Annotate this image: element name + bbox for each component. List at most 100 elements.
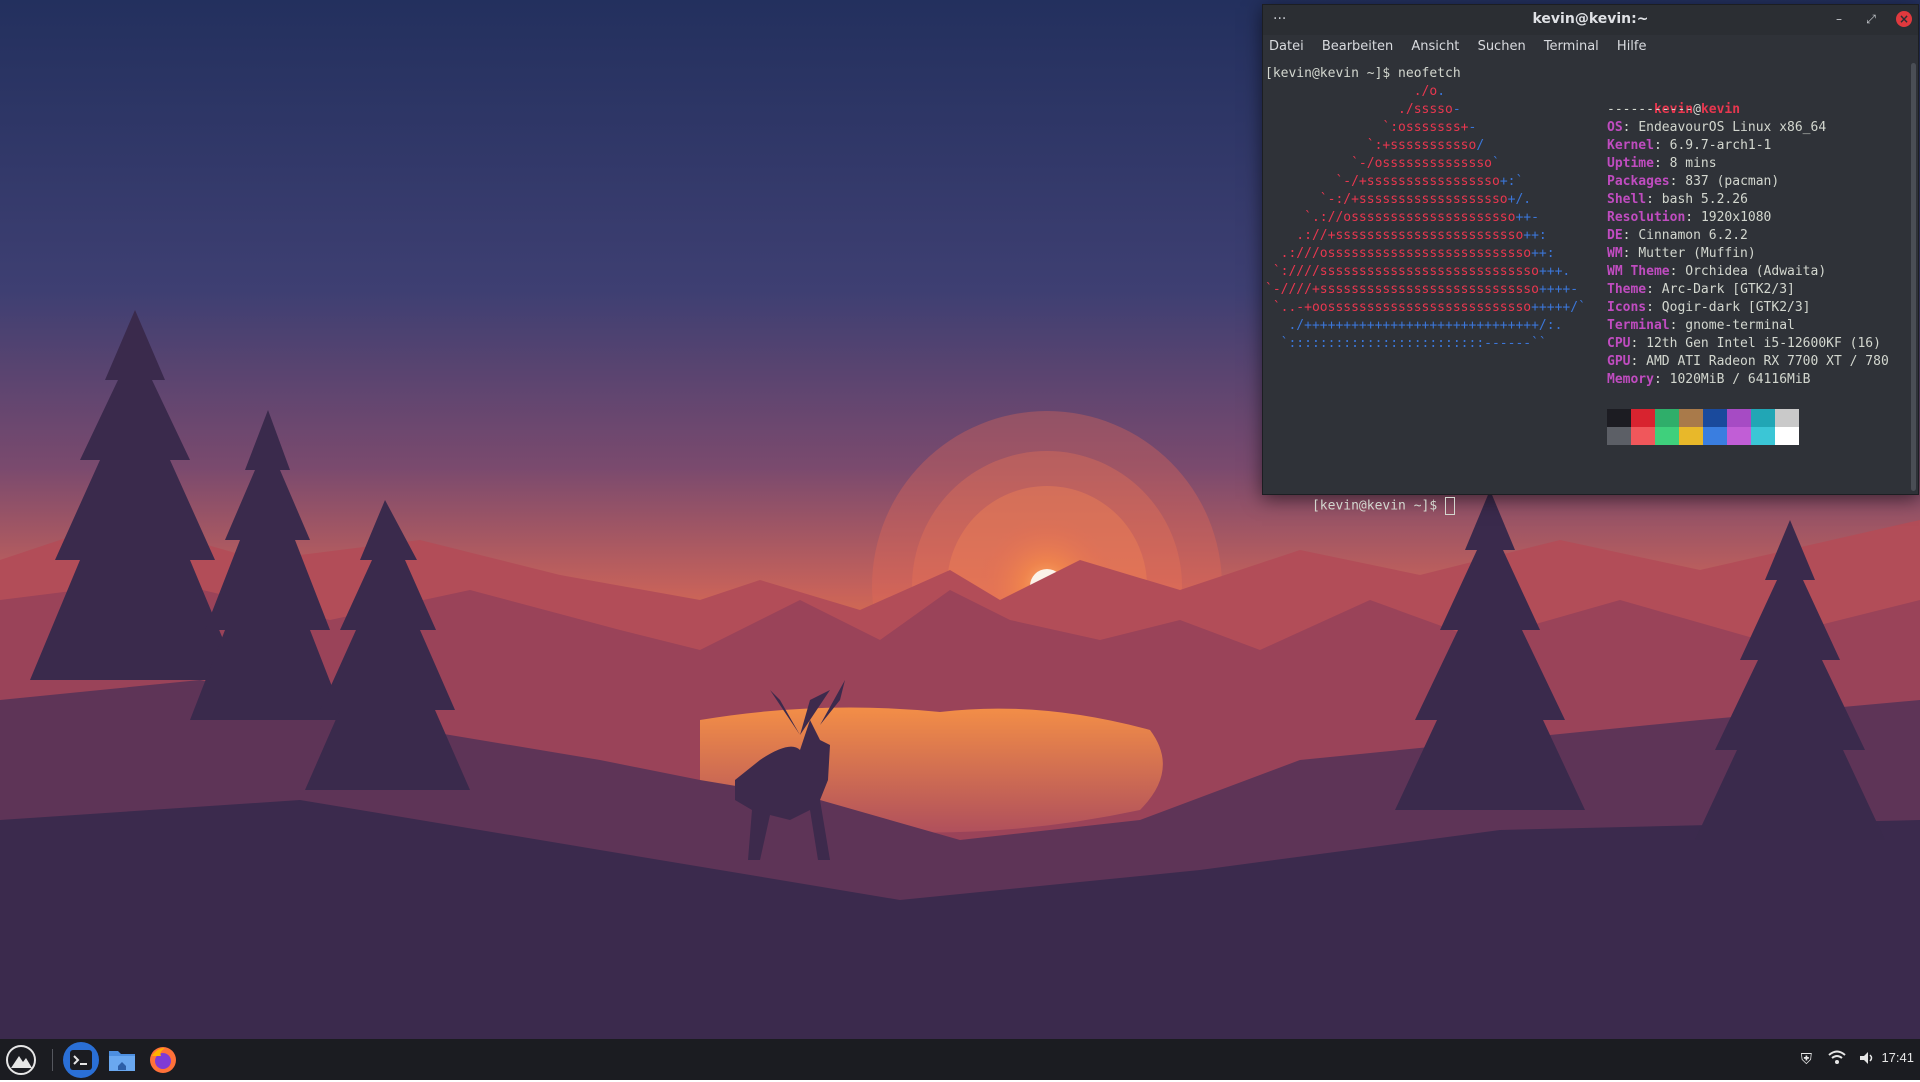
menu-ansicht[interactable]: Ansicht xyxy=(1411,35,1459,59)
ascii-logo-primary: ./sssso xyxy=(1265,102,1453,117)
info-label: Theme xyxy=(1607,282,1647,297)
info-label: Resolution xyxy=(1607,210,1686,225)
ascii-logo-line: `:::::::::::::::::::::::::------`` xyxy=(1265,335,1547,353)
ascii-logo-primary: ./o xyxy=(1265,84,1438,99)
terminal-output[interactable]: [kevin@kevin ~]$ neofetch ./o. ./sssso- … xyxy=(1263,61,1908,515)
scrollbar[interactable] xyxy=(1911,63,1916,491)
info-label: WM Theme xyxy=(1607,264,1670,279)
maximize-icon[interactable]: ⤢ xyxy=(1863,11,1879,27)
menu-terminal[interactable]: Terminal xyxy=(1544,35,1599,59)
ascii-logo-primary: `-:/+sssssssssssssssssso xyxy=(1265,192,1508,207)
ascii-logo-secondary: +++. xyxy=(1538,264,1571,279)
window-titlebar[interactable]: ··· kevin@kevin:~ – ⤢ × xyxy=(1263,5,1918,35)
ascii-logo-secondary: +:` xyxy=(1499,174,1524,189)
info-row: DE: Cinnamon 6.2.2 xyxy=(1607,228,1748,243)
ascii-logo-primary: `-/+sssssssssssssssso xyxy=(1265,174,1500,189)
ascii-logo-line: ./sssso- xyxy=(1265,101,1461,119)
info-row: Memory: 1020MiB / 64116MiB xyxy=(1607,372,1811,387)
info-value: EndeavourOS Linux x86_64 xyxy=(1638,120,1827,135)
info-value: AMD ATI Radeon RX 7700 XT / 780 xyxy=(1646,354,1889,369)
ascii-logo-secondary: ` xyxy=(1491,156,1500,171)
ascii-logo-primary: `..-+oossssssssssssssssssssssssso xyxy=(1265,300,1532,315)
close-icon[interactable]: × xyxy=(1896,11,1912,27)
color-swatch xyxy=(1631,409,1655,427)
file-manager-icon[interactable] xyxy=(106,1044,138,1076)
info-value: Cinnamon 6.2.2 xyxy=(1638,228,1748,243)
info-value: 12th Gen Intel i5-12600KF (16) xyxy=(1646,336,1881,351)
info-row: CPU: 12th Gen Intel i5-12600KF (16) xyxy=(1607,336,1881,351)
info-row: OS: EndeavourOS Linux x86_64 xyxy=(1607,120,1827,135)
info-row: WM Theme: Orchidea (Adwaita) xyxy=(1607,264,1827,279)
ascii-logo-primary: `-/ossssssssssssso xyxy=(1265,156,1492,171)
info-value: bash 5.2.26 xyxy=(1661,192,1748,207)
info-label: OS xyxy=(1607,120,1623,135)
info-row: Shell: bash 5.2.26 xyxy=(1607,192,1748,207)
ascii-logo-secondary: / xyxy=(1476,138,1485,153)
info-value: 837 (pacman) xyxy=(1685,174,1780,189)
color-swatch xyxy=(1751,427,1775,445)
info-value: gnome-terminal xyxy=(1685,318,1795,333)
menu-datei[interactable]: Datei xyxy=(1269,35,1304,59)
info-label: Shell xyxy=(1607,192,1647,207)
ascii-logo-line: `-:/+sssssssssssssssssso+/. xyxy=(1265,191,1531,209)
prompt-text: [kevin@kevin ~]$ xyxy=(1311,498,1446,514)
color-swatch xyxy=(1703,427,1727,445)
ascii-logo-secondary: +++++/` xyxy=(1531,300,1586,315)
ascii-logo-line: `-////+ssssssssssssssssssssssssssso++++- xyxy=(1265,281,1578,299)
ascii-logo-line: .://+ssssssssssssssssssssssso++: xyxy=(1265,227,1547,245)
ascii-logo-secondary: `:::::::::::::::::::::::::------`` xyxy=(1265,336,1547,351)
info-row: Uptime: 8 mins xyxy=(1607,156,1717,171)
info-row: Icons: Qogir-dark [GTK2/3] xyxy=(1607,300,1811,315)
wifi-icon[interactable] xyxy=(1828,1050,1846,1070)
color-swatch xyxy=(1751,409,1775,427)
ascii-logo-secondary: - xyxy=(1452,102,1461,117)
volume-icon[interactable] xyxy=(1858,1050,1876,1070)
color-swatch xyxy=(1655,427,1679,445)
separator: ----------- xyxy=(1607,102,1694,117)
menu-bearbeiten[interactable]: Bearbeiten xyxy=(1322,35,1393,59)
info-value: Qogir-dark [GTK2/3] xyxy=(1661,300,1811,315)
color-swatch xyxy=(1679,409,1703,427)
info-label: Packages xyxy=(1607,174,1670,189)
color-swatch xyxy=(1727,409,1751,427)
color-swatch xyxy=(1607,409,1631,427)
text-cursor xyxy=(1445,497,1456,515)
info-row: Packages: 837 (pacman) xyxy=(1607,174,1780,189)
terminal-icon[interactable] xyxy=(63,1042,99,1078)
color-swatch xyxy=(1655,409,1679,427)
ascii-logo-primary: `:+sssssssssso xyxy=(1265,138,1477,153)
info-value: 6.9.7-arch1-1 xyxy=(1669,138,1772,153)
menu-suchen[interactable]: Suchen xyxy=(1478,35,1526,59)
ascii-logo-line: `..-+oossssssssssssssssssssssssso+++++/` xyxy=(1265,299,1586,317)
color-swatch xyxy=(1727,427,1751,445)
color-swatch xyxy=(1775,409,1799,427)
shield-icon[interactable]: ⛨ xyxy=(1801,1050,1812,1068)
ascii-logo-primary: `.://osssssssssssssssssssso xyxy=(1265,210,1516,225)
menu-icon[interactable] xyxy=(5,1044,37,1076)
menu-hilfe[interactable]: Hilfe xyxy=(1617,35,1647,59)
color-swatch xyxy=(1631,427,1655,445)
window-title: kevin@kevin:~ xyxy=(1532,11,1649,27)
info-label: Terminal xyxy=(1607,318,1670,333)
ascii-logo-secondary: ++: xyxy=(1523,228,1547,243)
info-value: Orchidea (Adwaita) xyxy=(1685,264,1827,279)
prompt-line[interactable]: [kevin@kevin ~]$ xyxy=(1265,479,1456,534)
info-label: Memory xyxy=(1607,372,1654,387)
minimize-icon[interactable]: – xyxy=(1831,11,1847,27)
firefox-icon[interactable] xyxy=(147,1044,179,1076)
info-value: 1020MiB / 64116MiB xyxy=(1669,372,1811,387)
info-row: Theme: Arc-Dark [GTK2/3] xyxy=(1607,282,1795,297)
command-line: [kevin@kevin ~]$ neofetch xyxy=(1265,66,1461,81)
color-swatch xyxy=(1703,409,1727,427)
info-label: Uptime xyxy=(1607,156,1654,171)
clock[interactable]: 17:41 xyxy=(1881,1050,1914,1065)
terminal-window[interactable]: ··· kevin@kevin:~ – ⤢ × Datei Bearbeiten… xyxy=(1262,4,1919,515)
ascii-logo-line: `:+sssssssssso/ xyxy=(1265,137,1484,155)
menu-bar: Datei Bearbeiten Ansicht Suchen Terminal… xyxy=(1263,35,1918,59)
ascii-logo-primary: `-////+ssssssssssssssssssssssssssso xyxy=(1265,282,1539,297)
info-label: DE xyxy=(1607,228,1623,243)
ascii-logo-secondary: ./++++++++++++++++++++++++++++++/:. xyxy=(1265,318,1563,333)
ascii-logo-line: `-/ossssssssssssso` xyxy=(1265,155,1500,173)
ascii-logo-secondary: +/. xyxy=(1507,192,1532,207)
ascii-logo-secondary: ++: xyxy=(1531,246,1555,261)
